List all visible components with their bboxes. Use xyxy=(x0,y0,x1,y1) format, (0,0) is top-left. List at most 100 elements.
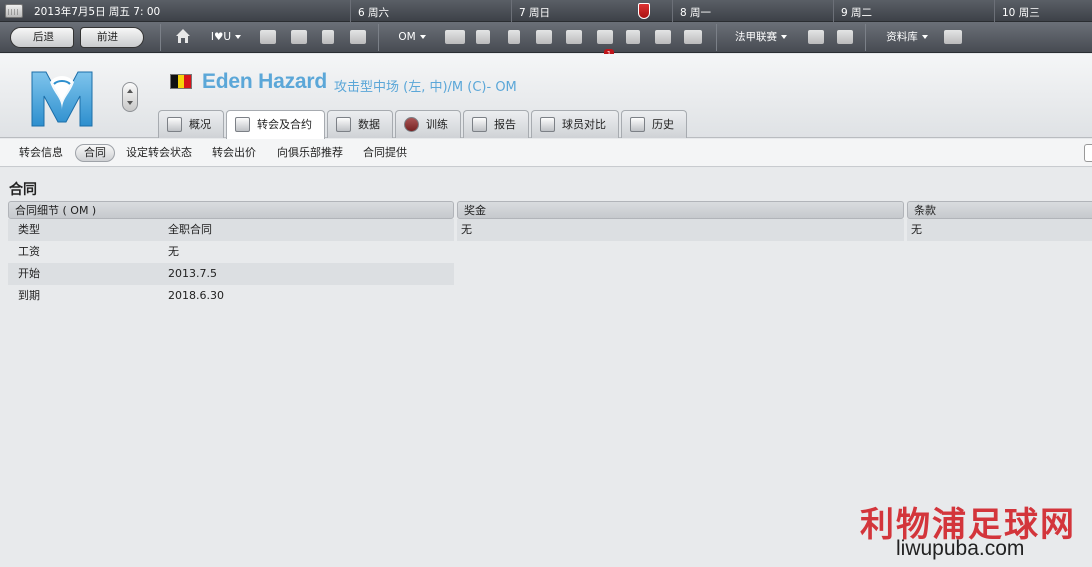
overview-icon xyxy=(167,117,182,132)
home-icon[interactable] xyxy=(175,28,191,44)
league-menu-label: 法甲联赛 xyxy=(735,31,777,43)
subnav-recommend-to-club[interactable]: 向俱乐部推荐 xyxy=(269,144,351,162)
chevron-down-icon xyxy=(921,35,928,39)
divider xyxy=(994,0,995,22)
training-cone-icon[interactable] xyxy=(508,30,520,44)
inbox-tray-icon[interactable] xyxy=(260,30,276,44)
row-value: 无 xyxy=(168,245,179,258)
row-value: 2013.7.5 xyxy=(168,267,217,280)
finance-icon[interactable] xyxy=(655,30,671,44)
contract-details-header: 合同细节 ( OM ) xyxy=(8,201,454,219)
player-header: Eden Hazard 攻击型中场 (左, 中)/M (C)- OM 概况 转会… xyxy=(0,54,1092,139)
tab-label: 历史 xyxy=(652,118,674,131)
subnav-transfer-info[interactable]: 转会信息 xyxy=(11,144,71,162)
club-crest-logo xyxy=(31,71,93,127)
watermark-url: liwupuba.com xyxy=(896,537,1025,560)
schedule-icon[interactable] xyxy=(566,30,582,44)
subnav-contract[interactable]: 合同 xyxy=(75,144,115,162)
divider xyxy=(511,0,512,22)
contract-details-panel: 合同细节 ( OM ) 类型 全职合同 工资 无 开始 2013.7.5 到期 2018… xyxy=(8,201,454,307)
row-key: 开始 xyxy=(18,267,40,280)
calendar-day[interactable]: 8 周一 xyxy=(680,5,711,20)
user-menu-label: I♥U xyxy=(210,31,232,43)
subnav-offer-contract[interactable]: 合同提供 xyxy=(355,144,415,162)
clauses-header: 条款 xyxy=(907,201,1092,219)
people-icon[interactable] xyxy=(291,30,307,44)
transfer-icon[interactable] xyxy=(597,30,613,44)
stats-icon xyxy=(336,117,351,132)
divider xyxy=(865,24,866,51)
chart-icon[interactable] xyxy=(684,30,702,44)
bonus-value: 无 xyxy=(461,223,472,236)
subnav-set-transfer-status[interactable]: 设定转会状态 xyxy=(118,144,200,162)
bonus-header: 奖金 xyxy=(457,201,904,219)
tab-report[interactable]: 报告 xyxy=(463,110,529,138)
tab-history[interactable]: 历史 xyxy=(621,110,687,138)
player-stepper[interactable] xyxy=(122,82,138,112)
row-value: 全职合同 xyxy=(168,223,212,236)
calendar-day[interactable]: 6 周六 xyxy=(358,5,389,20)
calendar-day[interactable]: 10 周三 xyxy=(1002,5,1040,20)
clauses-value: 无 xyxy=(911,223,922,236)
database-menu[interactable]: 资料库 xyxy=(879,28,935,47)
divider xyxy=(672,0,673,22)
table-list-icon[interactable] xyxy=(808,30,824,44)
calendar-day[interactable]: 7 周日 xyxy=(519,5,550,20)
chevron-down-icon xyxy=(419,35,426,39)
staff-icon[interactable] xyxy=(536,30,552,44)
divider xyxy=(378,24,379,51)
table-row: 工资 无 xyxy=(8,241,454,263)
player-position: 攻击型中场 (左, 中)/M (C)- OM xyxy=(334,80,517,95)
club-menu[interactable]: OM xyxy=(393,28,431,47)
tab-overview[interactable]: 概况 xyxy=(158,110,224,138)
clipboard-icon[interactable] xyxy=(322,30,334,44)
bonus-panel: 奖金 无 xyxy=(457,201,904,241)
tab-label: 数据 xyxy=(358,118,380,131)
tab-transfer-contract[interactable]: 转会及合约 xyxy=(226,110,325,139)
history-icon xyxy=(630,117,645,132)
table-row: 无 xyxy=(457,219,904,241)
tab-compare[interactable]: 球员对比 xyxy=(531,110,619,138)
site-watermark: 利物浦足球网 liwupuba.com xyxy=(850,493,1092,567)
training-icon xyxy=(404,117,419,132)
table-row: 类型 全职合同 xyxy=(8,219,454,241)
divider xyxy=(833,0,834,22)
player-tabs: 概况 转会及合约 数据 训练 报告 球员对比 历史 xyxy=(158,110,689,139)
club-menu-label: OM xyxy=(398,31,416,43)
tab-training[interactable]: 训练 xyxy=(395,110,461,138)
calendar-day[interactable]: 9 周二 xyxy=(841,5,872,20)
calendar-icon[interactable] xyxy=(5,4,23,18)
briefcase-icon[interactable] xyxy=(350,30,366,44)
back-button[interactable]: 后退 xyxy=(10,27,74,48)
kit-icon[interactable] xyxy=(626,30,640,44)
row-key: 到期 xyxy=(18,289,40,302)
tab-stats[interactable]: 数据 xyxy=(327,110,393,138)
panel-toggle-button[interactable] xyxy=(1084,144,1092,162)
contract-icon xyxy=(235,117,250,132)
belgium-flag-icon xyxy=(170,74,192,89)
tab-label: 训练 xyxy=(426,118,448,131)
tactics-icon[interactable] xyxy=(476,30,490,44)
main-toolbar: 后退 前进 I♥U OM 1 法甲联赛 资料库 xyxy=(0,22,1092,59)
forward-button[interactable]: 前进 xyxy=(80,27,144,48)
user-menu[interactable]: I♥U xyxy=(208,28,244,47)
divider xyxy=(160,24,161,51)
tab-label: 概况 xyxy=(189,118,211,131)
chevron-up-icon[interactable] xyxy=(127,89,133,93)
squad-icon[interactable] xyxy=(445,30,465,44)
monaco-crest-icon[interactable] xyxy=(638,3,650,19)
row-value: 2018.6.30 xyxy=(168,289,224,302)
chevron-down-icon[interactable] xyxy=(127,101,133,105)
subnav-transfer-offer[interactable]: 转会出价 xyxy=(204,144,264,162)
fixtures-grid-icon[interactable] xyxy=(837,30,853,44)
tab-label: 报告 xyxy=(494,118,516,131)
tab-label: 转会及合约 xyxy=(257,118,312,131)
table-row: 无 xyxy=(907,219,1092,241)
league-menu[interactable]: 法甲联赛 xyxy=(729,28,793,47)
current-date: 2013年7月5日 周五 7: 00 xyxy=(34,6,161,18)
divider xyxy=(350,0,351,22)
divider xyxy=(716,24,717,51)
network-icon[interactable] xyxy=(944,30,962,44)
row-key: 工资 xyxy=(18,245,40,258)
chevron-down-icon xyxy=(235,35,242,39)
